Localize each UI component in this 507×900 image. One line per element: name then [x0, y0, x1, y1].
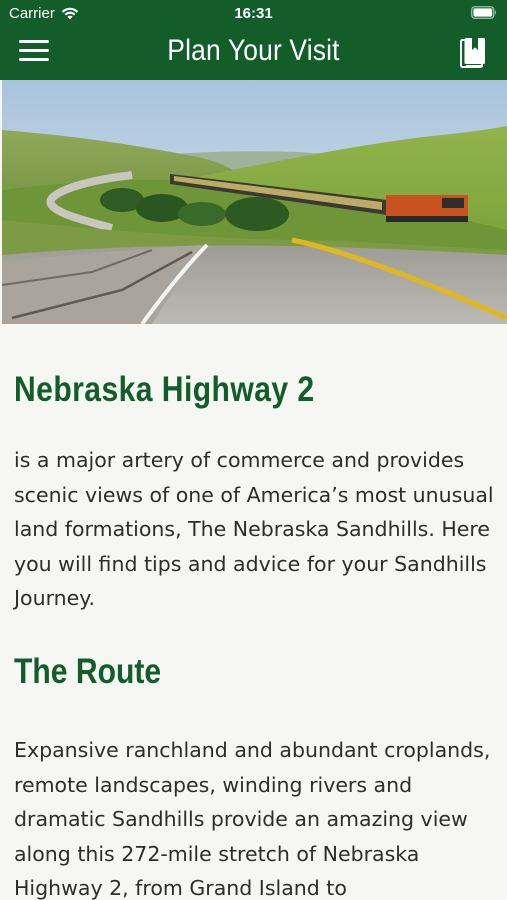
section-body-highway: is a major artery of commerce and provid… — [14, 448, 494, 610]
status-time: 16:31 — [234, 5, 273, 22]
section-heading-highway: Nebraska Highway 2 — [14, 370, 315, 409]
top-bar: Carrier 16:31 Plan Your Visit — [0, 0, 507, 80]
section-body-route: Expansive ranchland and abundant croplan… — [14, 738, 491, 900]
hero-image — [2, 80, 507, 324]
book-bookmark-icon[interactable] — [460, 37, 486, 69]
app-screen: Carrier 16:31 Plan Your Visit Nebraska H… — [0, 0, 507, 900]
section-heading-route: The Route — [14, 652, 162, 691]
battery-icon — [471, 6, 496, 19]
highway-train-photo — [2, 80, 507, 324]
navigation-bar: Plan Your Visit — [0, 28, 507, 80]
page-title: Plan Your Visit — [167, 34, 340, 67]
status-bar: Carrier 16:31 — [0, 0, 507, 28]
